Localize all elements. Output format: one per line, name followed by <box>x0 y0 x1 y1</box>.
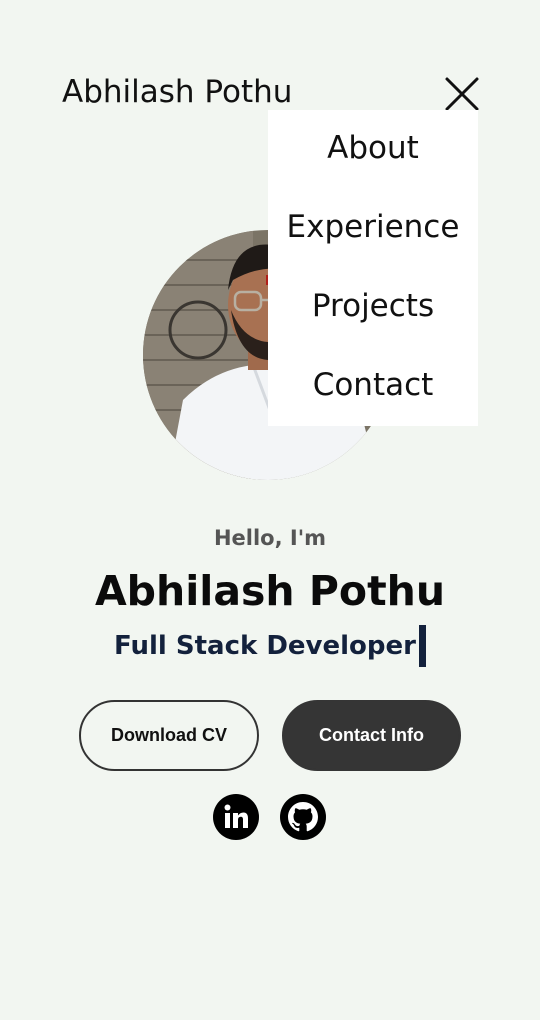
greeting-text: Hello, I'm <box>213 526 327 550</box>
download-cv-button[interactable]: Download CV <box>79 700 259 771</box>
github-icon <box>280 794 326 840</box>
typing-cursor <box>418 625 426 667</box>
role-line: Full Stack Developer <box>0 624 540 668</box>
role-text: Full Stack Developer <box>114 631 416 661</box>
menu-item-projects[interactable]: Projects <box>268 286 478 326</box>
nav-menu: About Experience Projects Contact <box>268 110 478 426</box>
brand-name[interactable]: Abhilash Pothu <box>62 72 292 112</box>
hero-name: Abhilash Pothu <box>94 567 446 615</box>
menu-item-about[interactable]: About <box>268 128 478 168</box>
menu-item-experience[interactable]: Experience <box>268 207 478 247</box>
contact-info-button[interactable]: Contact Info <box>282 700 461 771</box>
linkedin-link[interactable] <box>213 794 259 840</box>
menu-item-contact[interactable]: Contact <box>268 365 478 405</box>
github-link[interactable] <box>280 794 326 840</box>
linkedin-icon <box>213 794 259 840</box>
